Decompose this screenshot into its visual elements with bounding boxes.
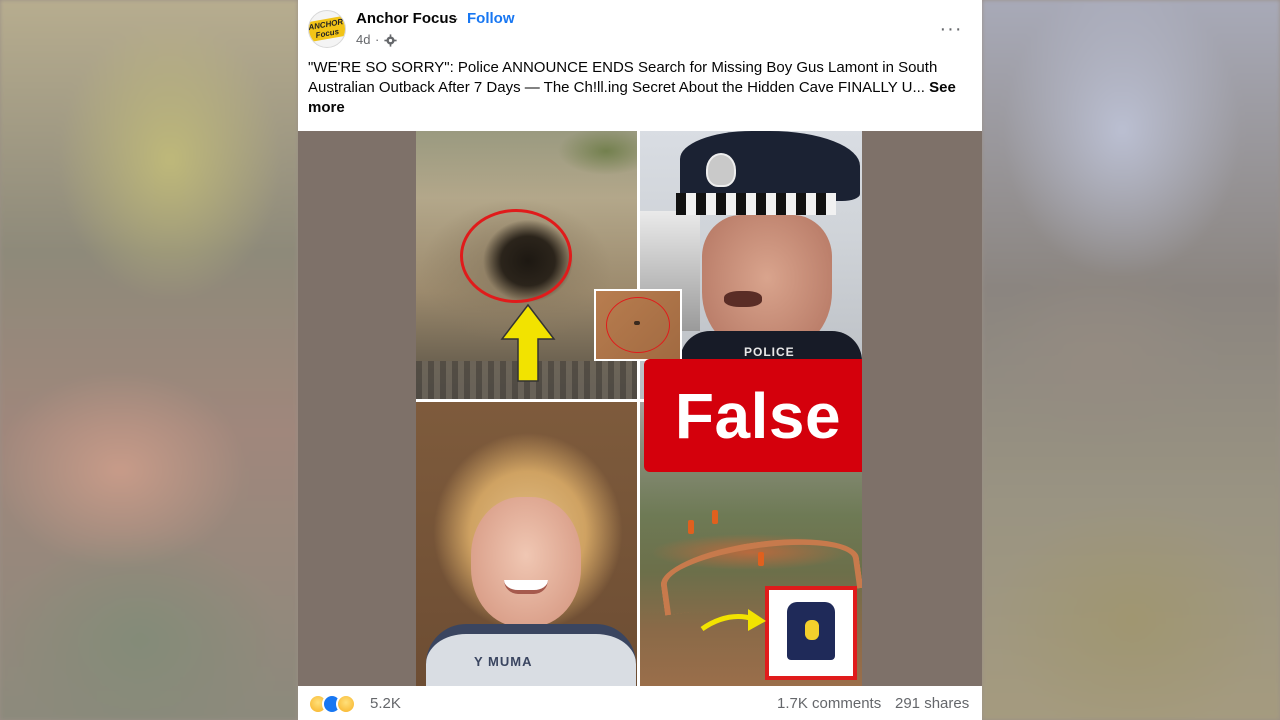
false-rating-label: False bbox=[644, 359, 862, 472]
more-icon: ··· bbox=[939, 17, 963, 40]
police-label: POLICE bbox=[744, 345, 795, 359]
shares-count[interactable]: 291 shares bbox=[895, 695, 969, 712]
care-reaction-icon bbox=[336, 694, 356, 714]
image-collage: POLICE Y MUMA False bbox=[416, 131, 862, 686]
police-badge bbox=[706, 153, 736, 187]
shirt-inset bbox=[765, 586, 857, 680]
false-rating-text: False bbox=[674, 379, 842, 452]
reaction-icons[interactable] bbox=[308, 694, 368, 714]
reaction-count[interactable]: 5.2K bbox=[370, 695, 401, 712]
post-footer: 5.2K 1.7K comments 291 shares bbox=[298, 686, 982, 720]
ground-inset bbox=[594, 289, 682, 361]
highlight-circle bbox=[460, 209, 572, 303]
background-left bbox=[0, 0, 298, 720]
yellow-arrow-icon bbox=[700, 609, 766, 632]
page-avatar[interactable]: ANCHOR Focus bbox=[308, 10, 346, 48]
post-image[interactable]: POLICE Y MUMA False bbox=[298, 131, 982, 686]
yellow-arrow-icon bbox=[500, 303, 556, 382]
facebook-post: ANCHOR Focus Anchor Focus · Follow 4d · … bbox=[298, 0, 982, 720]
separator-dot: · bbox=[454, 10, 459, 27]
post-caption: "WE'RE SO SORRY": Police ANNOUNCE ENDS S… bbox=[308, 58, 968, 118]
caption-text: "WE'RE SO SORRY": Police ANNOUNCE ENDS S… bbox=[308, 59, 938, 96]
page-name[interactable]: Anchor Focus bbox=[356, 10, 457, 27]
follow-button[interactable]: Follow bbox=[467, 10, 515, 27]
background-right bbox=[982, 0, 1280, 720]
post-header: ANCHOR Focus Anchor Focus · Follow 4d · … bbox=[298, 0, 982, 58]
boy-photo: Y MUMA bbox=[416, 402, 637, 686]
gear-icon[interactable] bbox=[384, 34, 397, 47]
avatar-logo: ANCHOR Focus bbox=[309, 15, 345, 43]
post-timestamp[interactable]: 4d bbox=[356, 32, 370, 47]
separator-dot: · bbox=[375, 32, 380, 47]
comments-count[interactable]: 1.7K comments bbox=[777, 695, 881, 712]
more-options-button[interactable]: ··· bbox=[934, 12, 968, 46]
shirt-print: Y MUMA bbox=[474, 654, 533, 669]
